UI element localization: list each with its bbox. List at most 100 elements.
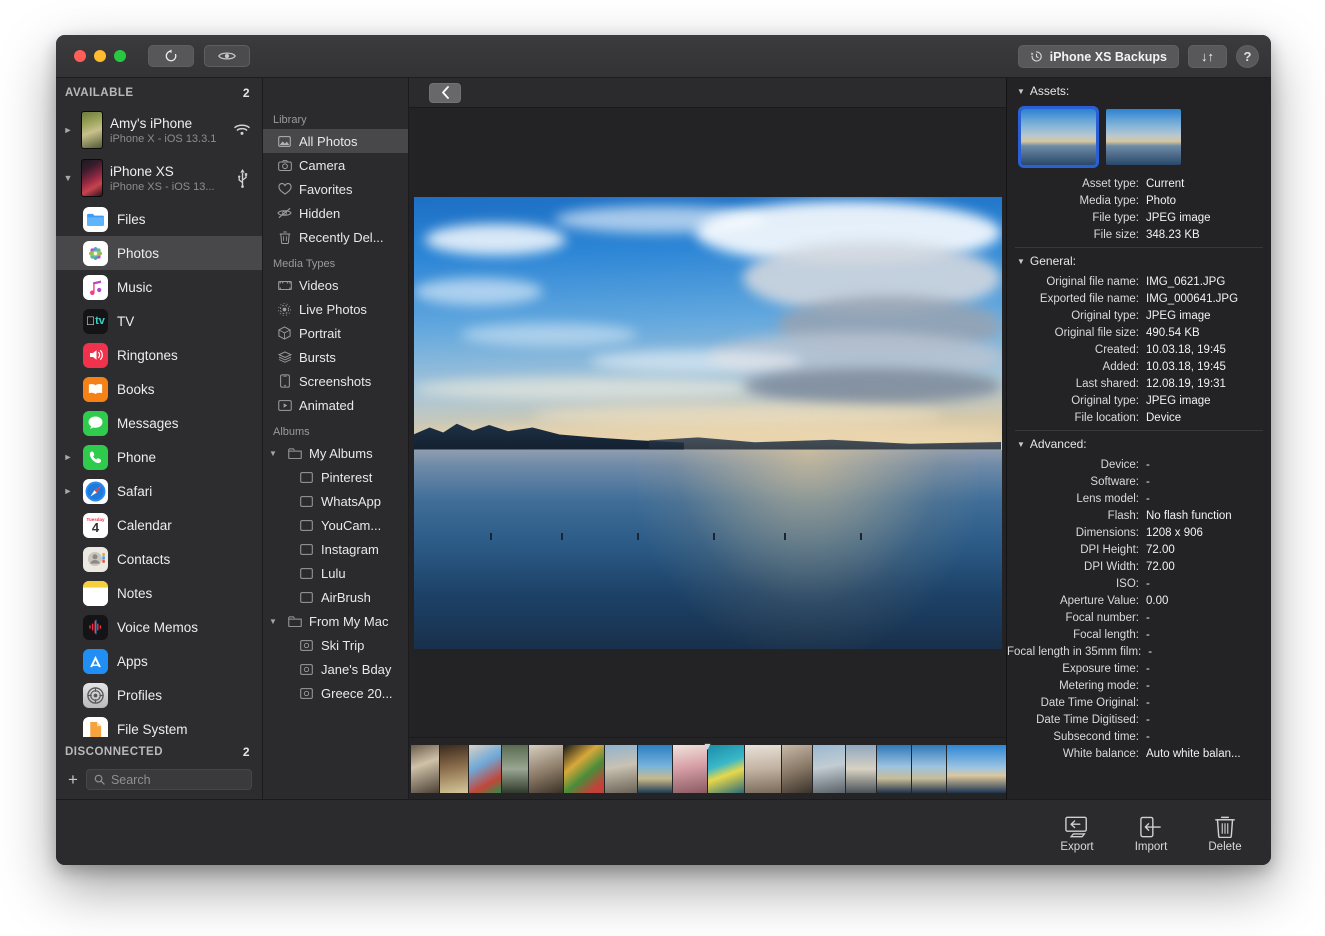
sidebar-item-files[interactable]: Files xyxy=(56,202,262,236)
library-item-live-photos[interactable]: Live Photos xyxy=(263,297,408,321)
album-folder-from-my-mac[interactable]: ▼ From My Mac xyxy=(263,609,408,633)
filmstrip[interactable]: ▾ xyxy=(409,737,1006,799)
filmstrip-thumb[interactable] xyxy=(638,745,672,793)
backups-button[interactable]: iPhone XS Backups xyxy=(1018,45,1179,68)
library-item-camera[interactable]: Camera xyxy=(263,153,408,177)
sidebar-item-photos[interactable]: Photos xyxy=(56,236,262,270)
field-value: - xyxy=(1139,730,1261,744)
album-item-airbrush[interactable]: AirBrush xyxy=(263,585,408,609)
minimize-button[interactable] xyxy=(94,50,106,62)
close-button[interactable] xyxy=(74,50,86,62)
library-item-videos[interactable]: Videos xyxy=(263,273,408,297)
disclosure-down-icon[interactable]: ▼ xyxy=(269,617,280,626)
asset-thumbnail-selected[interactable] xyxy=(1021,109,1096,165)
sidebar-item-file-system[interactable]: File System xyxy=(56,712,262,737)
filmstrip-thumb[interactable] xyxy=(502,745,528,793)
disclosure-right-icon[interactable]: ► xyxy=(62,486,74,496)
album-item-instagram[interactable]: Instagram xyxy=(263,537,408,561)
filmstrip-thumb[interactable] xyxy=(564,745,604,793)
sidebar-item-apps[interactable]: Apps xyxy=(56,644,262,678)
library-item-favorites[interactable]: Favorites xyxy=(263,177,408,201)
delete-button[interactable]: Delete xyxy=(1201,812,1249,853)
sidebar-item-ringtones[interactable]: Ringtones xyxy=(56,338,262,372)
device-row-amys-iphone[interactable]: ► Amy's iPhone iPhone X - iOS 13.3.1 xyxy=(56,106,262,154)
library-item-bursts[interactable]: Bursts xyxy=(263,345,408,369)
synced-album-icon xyxy=(299,664,314,675)
search-input[interactable]: Search xyxy=(86,769,252,790)
traffic-lights xyxy=(74,50,126,62)
sidebar-scroll[interactable]: ► Amy's iPhone iPhone X - iOS 13.3.1 xyxy=(56,106,262,737)
sidebar-item-phone[interactable]: ► Phone xyxy=(56,440,262,474)
sidebar-item-books[interactable]: Books xyxy=(56,372,262,406)
filmstrip-thumb[interactable] xyxy=(411,745,439,793)
general-section-header[interactable]: ▼ General: xyxy=(1007,248,1271,273)
library-item-recently-deleted[interactable]: Recently Del... xyxy=(263,225,408,249)
library-item-animated[interactable]: Animated xyxy=(263,393,408,417)
advanced-section-header[interactable]: ▼ Advanced: xyxy=(1007,431,1271,456)
album-item-janes-bday[interactable]: Jane's Bday xyxy=(263,657,408,681)
main-photo[interactable] xyxy=(414,197,1002,649)
album-folder-my-albums[interactable]: ▼ My Albums xyxy=(263,441,408,465)
disclosure-down-icon[interactable]: ▼ xyxy=(1017,87,1025,96)
sidebar-item-calendar[interactable]: Tuesday 4 Calendar xyxy=(56,508,262,542)
filmstrip-thumb[interactable] xyxy=(529,745,563,793)
sidebar-item-music[interactable]: Music xyxy=(56,270,262,304)
asset-thumbnail[interactable] xyxy=(1106,109,1181,165)
album-icon xyxy=(299,568,314,579)
album-item-ski-trip[interactable]: Ski Trip xyxy=(263,633,408,657)
filmstrip-thumb[interactable] xyxy=(813,745,845,793)
library-item-all-photos[interactable]: All Photos xyxy=(263,129,408,153)
photo-stage[interactable] xyxy=(409,108,1006,737)
back-button[interactable] xyxy=(429,83,461,103)
add-device-button[interactable]: + xyxy=(68,771,78,788)
library-group-title: Library xyxy=(263,108,408,129)
filmstrip-thumb[interactable] xyxy=(782,745,812,793)
album-item-lulu[interactable]: Lulu xyxy=(263,561,408,585)
wifi-icon xyxy=(232,124,252,136)
disclosure-down-icon[interactable]: ▼ xyxy=(269,449,280,458)
export-button[interactable]: Export xyxy=(1053,812,1101,853)
filmstrip-thumb[interactable] xyxy=(469,745,501,793)
album-item-youcam[interactable]: YouCam... xyxy=(263,513,408,537)
filmstrip-thumb[interactable] xyxy=(605,745,637,793)
library-item-hidden[interactable]: Hidden xyxy=(263,201,408,225)
album-item-greece[interactable]: Greece 20... xyxy=(263,681,408,705)
help-button[interactable]: ? xyxy=(1236,45,1259,68)
field-key: Focal length: xyxy=(1007,628,1139,642)
sidebar-item-label: Music xyxy=(117,280,152,295)
sidebar-item-notes[interactable]: Notes xyxy=(56,576,262,610)
assets-section-header[interactable]: ▼ Assets: xyxy=(1007,78,1271,103)
sidebar-item-safari[interactable]: ► Safari xyxy=(56,474,262,508)
disclosure-down-icon[interactable]: ▼ xyxy=(1017,257,1025,266)
filmstrip-thumb[interactable] xyxy=(708,745,744,793)
disclosure-right-icon[interactable]: ► xyxy=(62,125,74,135)
preview-eye-button[interactable] xyxy=(204,45,250,67)
info-panel[interactable]: ▼ Assets: Asset type:Current Media type:… xyxy=(1006,78,1271,799)
album-item-pinterest[interactable]: Pinterest xyxy=(263,465,408,489)
disclosure-right-icon[interactable]: ► xyxy=(62,452,74,462)
filmstrip-thumb[interactable] xyxy=(912,745,946,793)
filmstrip-thumb[interactable] xyxy=(440,745,468,793)
filmstrip-thumb-selected[interactable] xyxy=(947,745,1006,793)
maximize-button[interactable] xyxy=(114,50,126,62)
filmstrip-thumb[interactable] xyxy=(745,745,781,793)
sidebar-item-tv[interactable]: tv TV xyxy=(56,304,262,338)
album-item-whatsapp[interactable]: WhatsApp xyxy=(263,489,408,513)
usb-icon xyxy=(232,168,252,188)
sidebar-item-messages[interactable]: Messages xyxy=(56,406,262,440)
filmstrip-thumb[interactable] xyxy=(877,745,911,793)
import-button[interactable]: Import xyxy=(1127,812,1175,853)
library-item-portrait[interactable]: Portrait xyxy=(263,321,408,345)
eye-slash-icon xyxy=(277,207,292,219)
transfer-button[interactable]: ↓↑ xyxy=(1188,45,1227,68)
refresh-button[interactable] xyxy=(148,45,194,67)
filmstrip-thumb[interactable] xyxy=(846,745,876,793)
filmstrip-thumb[interactable] xyxy=(673,745,707,793)
sidebar-item-contacts[interactable]: Contacts xyxy=(56,542,262,576)
disclosure-down-icon[interactable]: ▼ xyxy=(62,173,74,183)
sidebar-item-voice-memos[interactable]: Voice Memos xyxy=(56,610,262,644)
sidebar-item-profiles[interactable]: Profiles xyxy=(56,678,262,712)
library-item-screenshots[interactable]: Screenshots xyxy=(263,369,408,393)
disclosure-down-icon[interactable]: ▼ xyxy=(1017,440,1025,449)
device-row-iphone-xs[interactable]: ▼ iPhone XS iPhone XS - iOS 13... xyxy=(56,154,262,202)
